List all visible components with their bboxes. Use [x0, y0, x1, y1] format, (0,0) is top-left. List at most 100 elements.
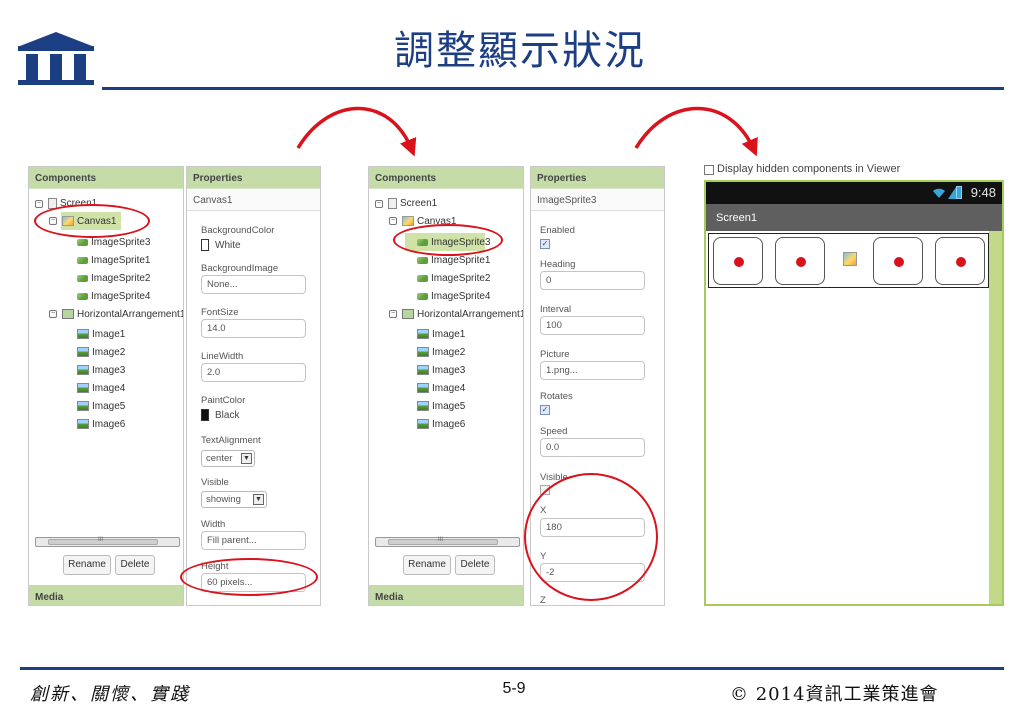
media-header: Media: [29, 585, 183, 605]
collapse-icon[interactable]: −: [389, 310, 397, 319]
collapse-icon[interactable]: −: [49, 310, 57, 319]
collapse-icon[interactable]: −: [389, 217, 397, 226]
tree-item-imagesprite4[interactable]: ImageSprite4: [77, 291, 150, 302]
horizontal-scrollbar[interactable]: III: [35, 537, 180, 547]
width-label: Width: [201, 519, 226, 530]
tree-item-image5[interactable]: Image5: [77, 401, 125, 412]
tree-item-image2[interactable]: Image2: [77, 347, 125, 358]
components-header: Components: [29, 167, 183, 189]
chevron-down-icon[interactable]: ▼: [241, 453, 252, 464]
battery-icon: [956, 186, 962, 199]
viewer-scroll-track[interactable]: [989, 231, 1002, 604]
display-hidden-label[interactable]: Display hidden components in Viewer: [717, 163, 900, 175]
paintcolor-value[interactable]: Black: [215, 410, 239, 421]
backgroundimage-label: BackgroundImage: [201, 263, 279, 274]
canvas-component[interactable]: [708, 233, 989, 288]
image-icon: [77, 347, 89, 358]
tree-item-horizontalarrangement1[interactable]: − HorizontalArrangement1: [49, 309, 183, 320]
rename-button[interactable]: Rename: [403, 555, 451, 575]
horizontal-scrollbar[interactable]: III: [375, 537, 520, 547]
image-icon: [417, 419, 429, 430]
footer-copyright: © 2014資訊工業策進會: [730, 684, 939, 705]
red-dot-icon: [734, 257, 744, 267]
image-sprite-icon: [77, 274, 88, 282]
image-sprite-icon: [417, 274, 428, 282]
footer-rule: [20, 667, 1004, 670]
tree-item-image4[interactable]: Image4: [77, 383, 125, 394]
tree-item-imagesprite3[interactable]: ImageSprite3: [77, 237, 150, 248]
image-icon: [417, 347, 429, 358]
backgroundimage-field[interactable]: None...: [201, 275, 306, 294]
delete-button[interactable]: Delete: [455, 555, 495, 575]
tree-item-image5[interactable]: Image5: [417, 401, 465, 412]
display-hidden-checkbox[interactable]: [704, 165, 714, 175]
backgroundcolor-value[interactable]: White: [215, 240, 241, 251]
interval-label: Interval: [540, 304, 572, 315]
chevron-down-icon[interactable]: ▼: [253, 494, 264, 505]
components-header: Components: [369, 167, 523, 189]
textalignment-select[interactable]: center ▼: [201, 450, 255, 467]
tree-item-image4[interactable]: Image4: [417, 383, 465, 394]
image-sprite[interactable]: [713, 237, 763, 285]
visible-select[interactable]: showing ▼: [201, 491, 267, 508]
tree-item-image3[interactable]: Image3: [417, 365, 465, 376]
footer-motto: 創新、關懷、實踐: [30, 684, 190, 705]
tree-item-imagesprite2[interactable]: ImageSprite2: [77, 273, 150, 284]
image-sprite-icon: [77, 256, 88, 264]
tree-item-screen1[interactable]: − Screen1: [375, 198, 437, 209]
fontsize-label: FontSize: [201, 307, 239, 318]
image-sprite[interactable]: [935, 237, 985, 285]
speed-label: Speed: [540, 426, 568, 437]
tree-item-imagesprite4[interactable]: ImageSprite4: [417, 291, 490, 302]
page-number: 5-9: [502, 680, 526, 697]
rename-button[interactable]: Rename: [63, 555, 111, 575]
selected-component-name: Canvas1: [187, 189, 320, 211]
highlight-ellipse-canvas1: [34, 204, 150, 238]
paintcolor-swatch[interactable]: [201, 409, 209, 421]
image-sprite[interactable]: [775, 237, 825, 285]
media-header: Media: [369, 585, 523, 605]
image-icon: [417, 365, 429, 376]
collapse-icon[interactable]: −: [35, 199, 43, 208]
tree-item-imagesprite1[interactable]: ImageSprite1: [417, 255, 490, 266]
status-time: 9:48: [970, 185, 996, 200]
slide-title: 調整顯示狀況: [394, 28, 646, 74]
width-field[interactable]: Fill parent...: [201, 531, 306, 550]
enabled-checkbox[interactable]: ✓: [540, 239, 550, 249]
tree-item-horizontalarrangement1[interactable]: − HorizontalArrangement1: [389, 309, 523, 320]
title-rule: [102, 87, 1004, 90]
backgroundcolor-swatch[interactable]: [201, 239, 209, 251]
red-dot-icon: [894, 257, 904, 267]
interval-field[interactable]: 100: [540, 316, 645, 335]
tree-item-imagesprite2[interactable]: ImageSprite2: [417, 273, 490, 284]
picture-field[interactable]: 1.png...: [540, 361, 645, 380]
horizontal-arrangement-icon: [62, 309, 74, 320]
delete-button[interactable]: Delete: [115, 555, 155, 575]
image-icon: [417, 383, 429, 394]
image-icon: [77, 383, 89, 394]
paintcolor-label: PaintColor: [201, 395, 246, 406]
image-sprite-icon: [77, 292, 88, 300]
tree-item-image2[interactable]: Image2: [417, 347, 465, 358]
linewidth-label: LineWidth: [201, 351, 244, 362]
speed-field[interactable]: 0.0: [540, 438, 645, 457]
heading-field[interactable]: 0: [540, 271, 645, 290]
tree-item-image6[interactable]: Image6: [77, 419, 125, 430]
curved-arrow-icon: [634, 106, 758, 157]
textalignment-label: TextAlignment: [201, 435, 261, 446]
fontsize-field[interactable]: 14.0: [201, 319, 306, 338]
scroll-grip-mark: III: [438, 537, 444, 543]
image-sprite[interactable]: [873, 237, 923, 285]
properties-panel-left: Properties Canvas1 BackgroundColor White…: [186, 166, 321, 606]
properties-header: Properties: [187, 167, 320, 189]
tree-item-image1[interactable]: Image1: [417, 329, 465, 340]
tree-item-imagesprite1[interactable]: ImageSprite1: [77, 255, 150, 266]
collapse-icon[interactable]: −: [375, 199, 383, 208]
linewidth-field[interactable]: 2.0: [201, 363, 306, 382]
hidden-sprite-icon[interactable]: [843, 252, 857, 266]
tree-item-image3[interactable]: Image3: [77, 365, 125, 376]
rotates-checkbox[interactable]: ✓: [540, 405, 550, 415]
backgroundcolor-label: BackgroundColor: [201, 225, 275, 236]
tree-item-image1[interactable]: Image1: [77, 329, 125, 340]
tree-item-image6[interactable]: Image6: [417, 419, 465, 430]
